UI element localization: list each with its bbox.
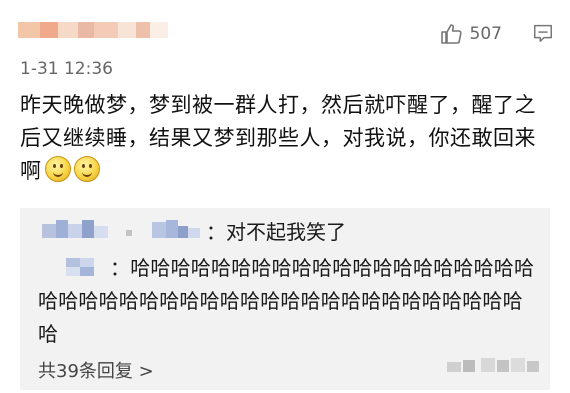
comment-icon[interactable] [532,22,554,44]
reply-section: ：对不起我笑了 ：哈哈哈哈哈哈哈哈哈哈哈哈哈哈哈哈哈哈哈哈哈哈哈哈哈哈哈哈哈哈哈… [20,208,550,390]
username-blurred[interactable] [18,22,168,38]
reply-username-blurred[interactable] [42,220,214,240]
like-button[interactable]: 507 [440,20,502,48]
post-timestamp: 1-31 12:36 [20,59,113,79]
reply-text: ：对不起我笑了 [206,220,346,244]
post-content: 昨天晚做梦，梦到被一群人打，然后就吓醒了，醒了之后又继续睡，结果又梦到那些人，对… [20,89,555,188]
view-replies-link[interactable]: 共39条回复 > [38,357,154,383]
watermark-blurred [447,358,542,374]
weibo-post: 507 1-31 12:36 昨天晚做梦，梦到被一群人打，然后就吓醒了，醒了之后… [0,0,570,393]
like-count: 507 [469,24,502,44]
thumbs-up-icon [440,24,462,44]
reply-text: ：哈哈哈哈哈哈哈哈哈哈哈哈哈哈哈哈哈哈哈哈哈哈哈哈哈哈哈哈哈哈哈哈哈哈哈哈哈哈哈… [38,256,535,346]
laughing-emoji-icon [73,156,100,182]
laughing-emoji-icon [44,156,71,182]
